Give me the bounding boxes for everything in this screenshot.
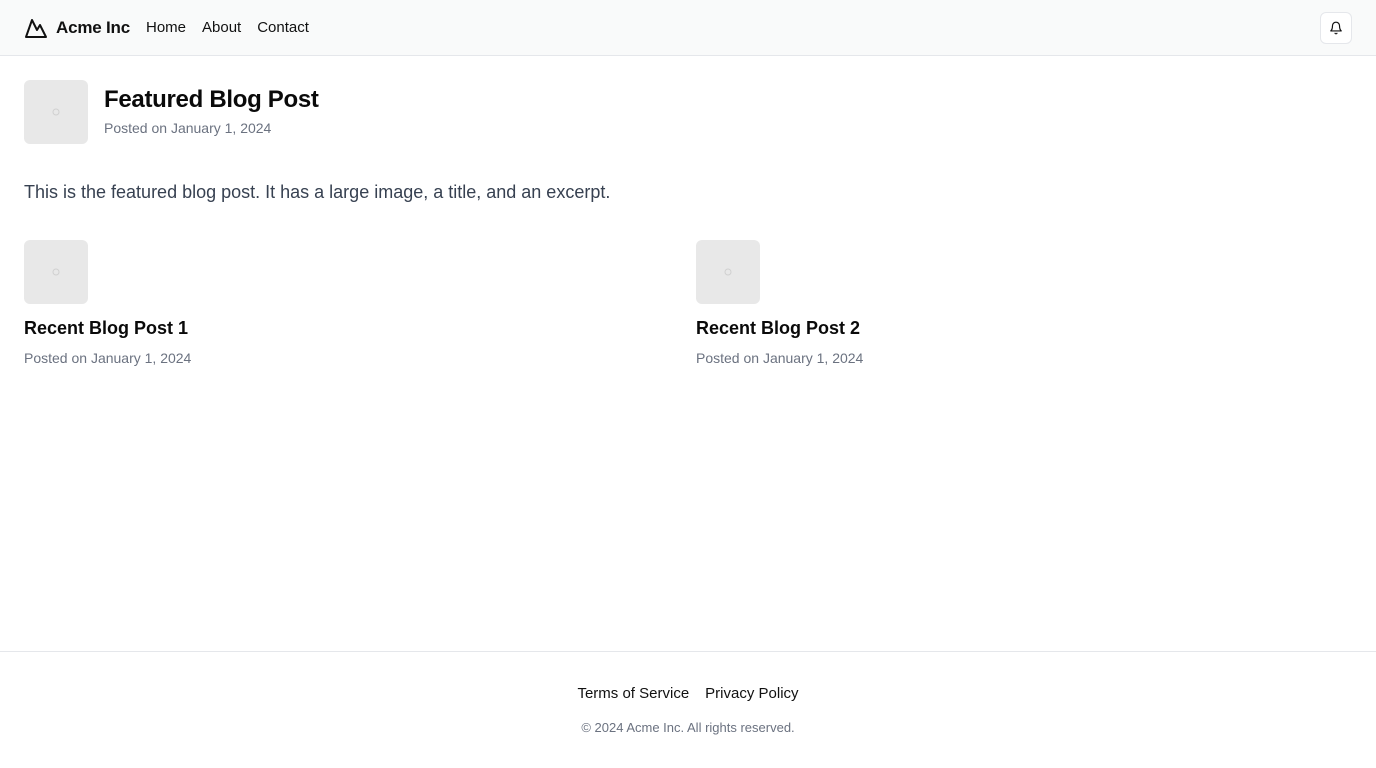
image-placeholder-icon — [52, 268, 60, 276]
featured-post-image[interactable] — [24, 80, 88, 144]
site-footer: Terms of Service Privacy Policy © 2024 A… — [0, 651, 1376, 768]
top-navbar: Acme Inc Home About Contact — [0, 0, 1376, 56]
featured-post: Featured Blog Post Posted on January 1, … — [24, 80, 319, 144]
image-placeholder-icon — [724, 268, 732, 276]
recent-post-date: Posted on January 1, 2024 — [24, 350, 192, 366]
featured-post-title[interactable]: Featured Blog Post — [104, 84, 319, 116]
nav-link-about[interactable]: About — [202, 19, 241, 36]
brand-link[interactable]: Acme Inc — [24, 16, 130, 40]
recent-post-date: Posted on January 1, 2024 — [696, 350, 864, 366]
brand-name: Acme Inc — [56, 17, 130, 37]
main-nav: Home About Contact — [146, 19, 325, 36]
bell-icon — [1330, 21, 1342, 35]
copyright-text: © 2024 Acme Inc. All rights reserved. — [581, 720, 795, 735]
notifications-button[interactable] — [1320, 12, 1352, 44]
recent-post-title[interactable]: Recent Blog Post 2 — [696, 316, 1336, 340]
featured-post-header: Featured Blog Post Posted on January 1, … — [104, 80, 319, 138]
page: Acme Inc Home About Contact Featured Blo… — [0, 0, 1376, 768]
recent-post-title[interactable]: Recent Blog Post 1 — [24, 316, 664, 340]
nav-link-contact[interactable]: Contact — [257, 19, 309, 36]
mountain-icon — [25, 18, 47, 38]
image-placeholder-icon — [52, 108, 60, 116]
featured-post-excerpt: This is the featured blog post. It has a… — [24, 182, 611, 202]
recent-post-image[interactable] — [696, 240, 760, 304]
terms-of-service-link[interactable]: Terms of Service — [577, 684, 689, 704]
recent-post-image[interactable] — [24, 240, 88, 304]
recent-post-card: Recent Blog Post 1 Posted on January 1, … — [24, 240, 664, 368]
footer-links: Terms of Service Privacy Policy — [0, 684, 1376, 704]
featured-post-date: Posted on January 1, 2024 — [104, 120, 272, 136]
recent-post-card: Recent Blog Post 2 Posted on January 1, … — [696, 240, 1336, 368]
privacy-policy-link[interactable]: Privacy Policy — [705, 684, 798, 704]
nav-link-home[interactable]: Home — [146, 19, 186, 36]
